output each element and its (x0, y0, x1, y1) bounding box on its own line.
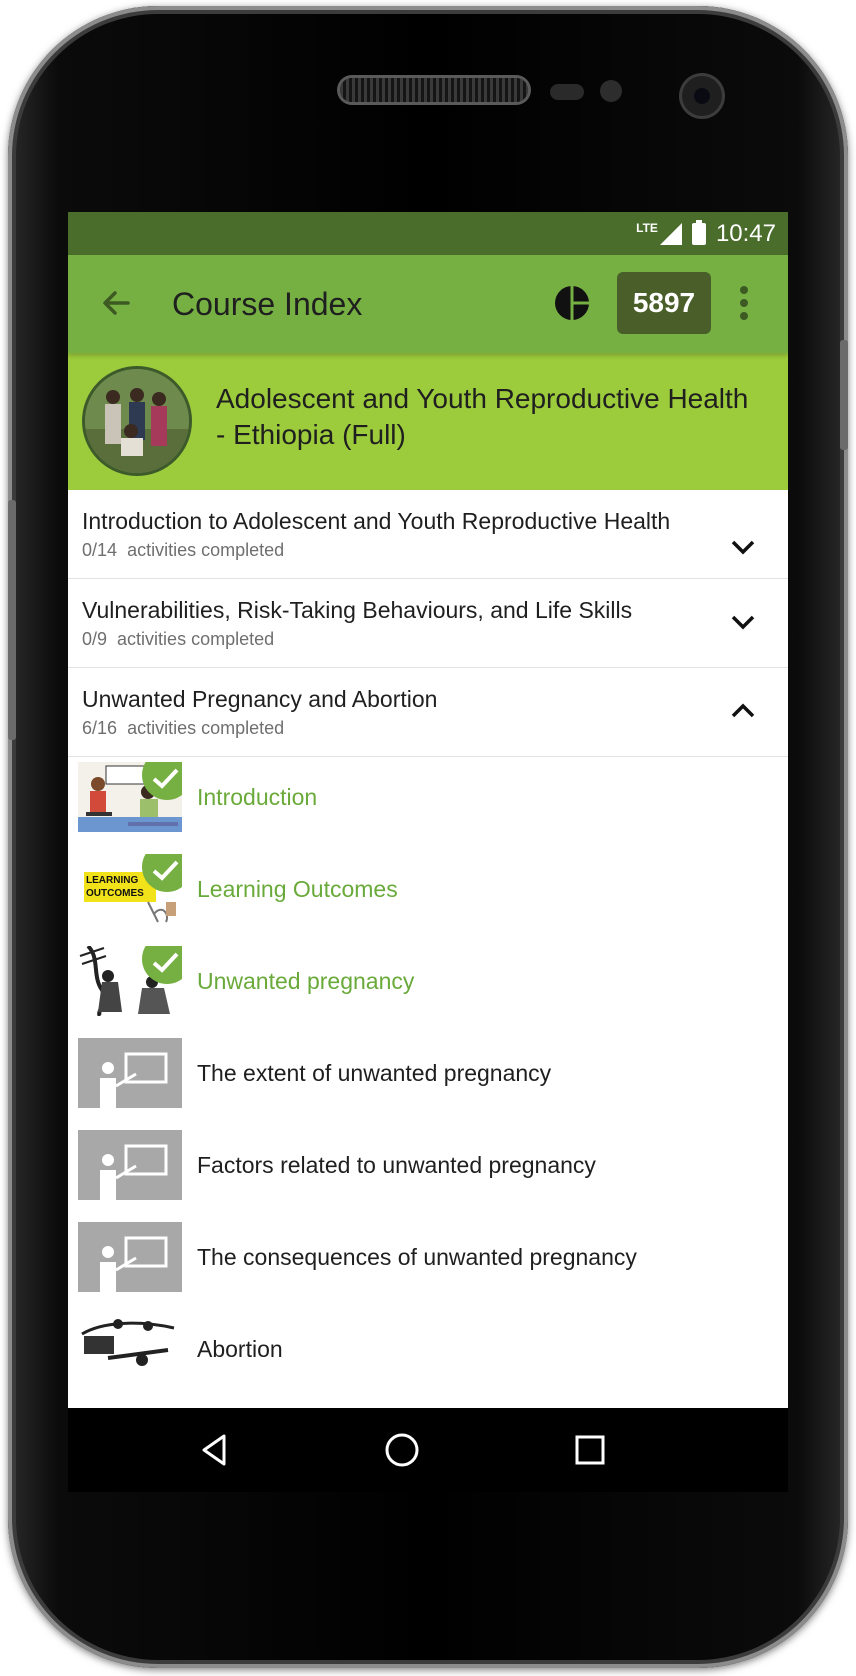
completed-check-icon (142, 762, 182, 800)
section-title: Vulnerabilities, Risk-Taking Behaviours,… (82, 597, 633, 623)
status-time: 10:47 (715, 219, 776, 247)
signal-icon (659, 222, 682, 245)
section-title: Introduction to Adolescent and Youth Rep… (82, 508, 671, 534)
activity-thumbnail: LEARNING OUTCOMES (78, 854, 182, 924)
section-row[interactable]: Vulnerabilities, Risk-Taking Behaviours,… (68, 579, 788, 668)
power-button (840, 340, 848, 450)
app-screen: LTE 10:47 Course Index 5897 Adolescent a… (68, 212, 788, 1492)
activity-label: The consequences of unwanted pregnancy (197, 1244, 637, 1270)
activity-item[interactable]: LEARNING OUTCOMES Learning Outcomes (68, 849, 788, 941)
course-header: Adolescent and Youth Reproductive Health… (68, 353, 788, 490)
light-sensor (600, 80, 622, 102)
activity-item[interactable]: Introduction (68, 757, 788, 849)
volume-buttons (8, 500, 16, 740)
front-camera (682, 76, 722, 116)
course-avatar (82, 366, 192, 476)
activity-label: Factors related to unwanted pregnancy (197, 1152, 596, 1178)
section-row[interactable]: Introduction to Adolescent and Youth Rep… (68, 490, 788, 579)
more-options-icon[interactable] (738, 285, 750, 321)
activity-label: Introduction (197, 784, 318, 810)
activity-label: The extent of unwanted pregnancy (197, 1060, 552, 1086)
chevron-down-icon[interactable] (730, 534, 756, 560)
battery-icon (691, 219, 706, 245)
status-bar: LTE 10:47 (68, 212, 788, 255)
activity-thumbnail (78, 946, 182, 1016)
activity-label: Unwanted pregnancy (197, 968, 415, 994)
activity-item[interactable]: The extent of unwanted pregnancy (68, 1033, 788, 1125)
completed-check-icon (142, 854, 182, 892)
section-progress: 0/14 activities completed (82, 540, 285, 560)
activity-item[interactable]: Factors related to unwanted pregnancy (68, 1125, 788, 1217)
nav-recents-icon[interactable] (570, 1430, 610, 1470)
section-title: Unwanted Pregnancy and Abortion (82, 686, 438, 712)
section-progress: 6/16 activities completed (82, 718, 285, 738)
teacher-board-icon (78, 1222, 182, 1292)
nav-back-icon[interactable] (194, 1430, 234, 1470)
nav-home-icon[interactable] (382, 1430, 422, 1470)
chevron-up-icon[interactable] (730, 698, 756, 724)
points-badge[interactable]: 5897 (617, 272, 711, 334)
activity-thumbnail (78, 762, 182, 832)
completed-check-icon (142, 946, 182, 984)
page-title: Course Index (172, 286, 363, 322)
activity-item[interactable]: Unwanted pregnancy (68, 941, 788, 1033)
back-arrow-icon[interactable] (96, 283, 136, 323)
teacher-board-icon (78, 1130, 182, 1200)
section-row[interactable]: Unwanted Pregnancy and Abortion 6/16 act… (68, 668, 788, 757)
activity-label: Learning Outcomes (197, 876, 398, 902)
app-bar: Course Index 5897 (68, 255, 788, 353)
chevron-down-icon[interactable] (730, 609, 756, 635)
earpiece-speaker (340, 78, 528, 102)
course-title: Adolescent and Youth Reproductive Health… (216, 383, 749, 450)
section-progress: 0/9 activities completed (82, 629, 275, 649)
navigation-bar (68, 1408, 788, 1492)
teacher-board-icon (78, 1038, 182, 1108)
activity-item[interactable]: Abortion (68, 1309, 788, 1401)
activity-item[interactable]: The consequences of unwanted pregnancy (68, 1217, 788, 1309)
progress-pie-icon[interactable] (554, 285, 590, 321)
proximity-sensor (550, 84, 584, 100)
activity-list: Introduction LEARNING OUTCOMES Learning … (68, 757, 788, 1401)
network-type: LTE (636, 220, 658, 235)
activity-thumbnail (78, 1314, 182, 1384)
activity-label: Abortion (197, 1336, 283, 1362)
